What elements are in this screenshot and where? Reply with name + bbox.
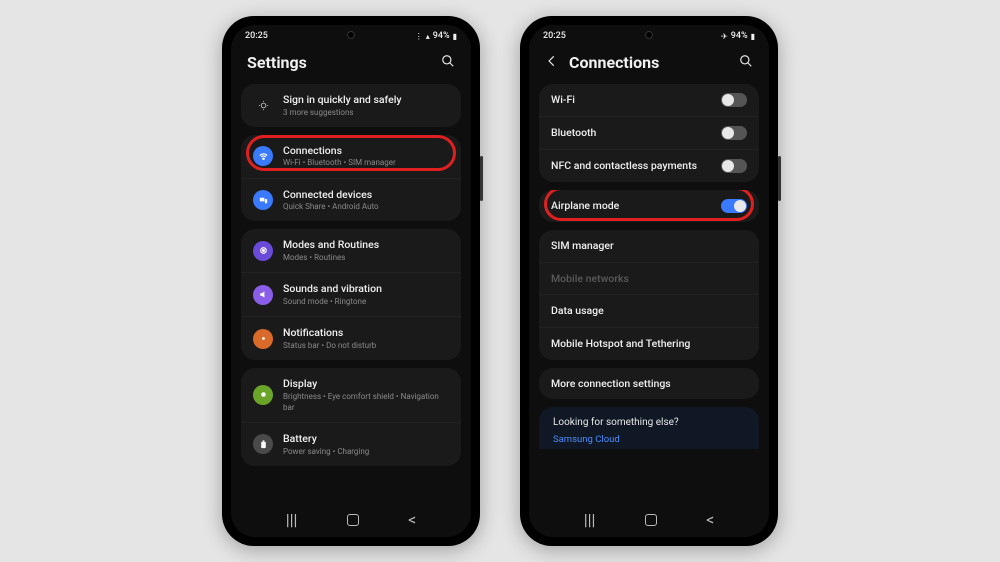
row-data-usage[interactable]: Data usage [539,294,759,327]
row-label: Mobile networks [551,272,747,286]
toggle-bluetooth[interactable] [721,126,747,140]
notification-icon [253,329,273,349]
battery-icon: ▮ [751,32,755,41]
nav-back[interactable]: < [408,510,416,529]
row-wifi[interactable]: Wi-Fi [539,84,759,116]
sound-icon [253,285,273,305]
power-button [480,156,483,201]
row-modes-routines[interactable]: Modes and Routines Modes • Routines [241,229,461,272]
row-label: Data usage [551,304,747,318]
conn-group: More connection settings [539,368,759,400]
row-sub: Status bar • Do not disturb [283,340,449,351]
toggle-wifi[interactable] [721,93,747,107]
footer-prompt: Looking for something else? Samsung Clou… [539,407,759,449]
row-label: Airplane mode [551,199,711,213]
row-mobile-networks: Mobile networks [539,262,759,295]
row-sub: Power saving • Charging [283,446,449,457]
row-label: NFC and contactless payments [551,159,711,173]
wifi-icon: ⋮ [415,32,423,41]
devices-icon [253,190,273,210]
row-sub: Sound mode • Ringtone [283,296,449,307]
signin-card[interactable]: Sign in quickly and safely 3 more sugges… [241,84,461,127]
conn-group: SIM manager Mobile networks Data usage M… [539,230,759,360]
tip-icon [253,95,273,115]
conn-group: Wi-Fi Bluetooth NFC and contactless paym… [539,84,759,182]
footer-link[interactable]: Samsung Cloud [553,434,745,445]
settings-group: Display Brightness • Eye comfort shield … [241,368,461,466]
row-battery[interactable]: Battery Power saving • Charging [241,422,461,466]
row-label: Modes and Routines [283,238,449,252]
row-sub: Quick Share • Android Auto [283,201,449,212]
row-label: Sounds and vibration [283,282,449,296]
airplane-icon: ✈ [721,32,728,41]
row-label: Connections [283,144,449,158]
battery-icon: ▮ [453,32,457,41]
row-sounds-vibration[interactable]: Sounds and vibration Sound mode • Ringto… [241,272,461,316]
row-nfc[interactable]: NFC and contactless payments [539,149,759,182]
row-sub: Modes • Routines [283,252,449,263]
nav-bar: ||| < [529,502,769,537]
clock: 20:25 [245,31,268,41]
row-label: Notifications [283,326,449,340]
row-connections[interactable]: Connections Wi-Fi • Bluetooth • SIM mana… [241,135,461,178]
phone-settings: 20:25 ⋮ ▴ 94% ▮ Settings Sign i [222,16,480,546]
nav-bar: ||| < [231,502,471,537]
row-airplane[interactable]: Airplane mode [539,190,759,222]
row-label: Mobile Hotspot and Tethering [551,337,747,351]
power-button [778,156,781,201]
row-bluetooth[interactable]: Bluetooth [539,116,759,149]
row-sub: Brightness • Eye comfort shield • Naviga… [283,391,449,413]
page-header: Connections [529,43,769,84]
signal-icon: ▴ [426,32,430,41]
nav-home[interactable] [347,514,359,526]
page-title: Connections [569,53,729,72]
search-button[interactable] [441,53,455,72]
battery-pct: 94% [433,31,450,41]
camera-hole [347,31,355,39]
clock: 20:25 [543,31,566,41]
page-header: Settings [231,43,471,84]
nav-recents[interactable]: ||| [584,510,596,529]
settings-group: Connections Wi-Fi • Bluetooth • SIM mana… [241,135,461,222]
display-icon [253,385,273,405]
row-notifications[interactable]: Notifications Status bar • Do not distur… [241,316,461,360]
toggle-airplane[interactable] [721,199,747,213]
page-title: Settings [247,53,431,72]
row-label: Wi-Fi [551,93,711,107]
row-label: Connected devices [283,188,449,202]
row-label: Bluetooth [551,126,711,140]
signin-title: Sign in quickly and safely [283,93,449,107]
row-sub: Wi-Fi • Bluetooth • SIM manager [283,157,449,168]
settings-group: Modes and Routines Modes • Routines Soun… [241,229,461,359]
back-button[interactable] [545,53,559,72]
search-button[interactable] [739,53,753,72]
conn-group: Airplane mode [539,190,759,222]
row-sim-manager[interactable]: SIM manager [539,230,759,262]
row-label: Display [283,377,449,391]
row-connected-devices[interactable]: Connected devices Quick Share • Android … [241,178,461,222]
nav-home[interactable] [645,514,657,526]
signin-sub: 3 more suggestions [283,107,449,118]
row-more-conn[interactable]: More connection settings [539,368,759,400]
row-label: More connection settings [551,377,747,391]
row-label: Battery [283,432,449,446]
camera-hole [645,31,653,39]
footer-question: Looking for something else? [553,417,745,428]
row-hotspot[interactable]: Mobile Hotspot and Tethering [539,327,759,360]
row-display[interactable]: Display Brightness • Eye comfort shield … [241,368,461,422]
battery-icon [253,434,273,454]
phone-connections: 20:25 ✈ 94% ▮ Connections Wi-Fi [520,16,778,546]
modes-icon [253,241,273,261]
battery-pct: 94% [731,31,748,41]
toggle-nfc[interactable] [721,159,747,173]
row-label: SIM manager [551,239,747,253]
nav-back[interactable]: < [706,510,714,529]
nav-recents[interactable]: ||| [286,510,298,529]
wifi-icon [253,146,273,166]
